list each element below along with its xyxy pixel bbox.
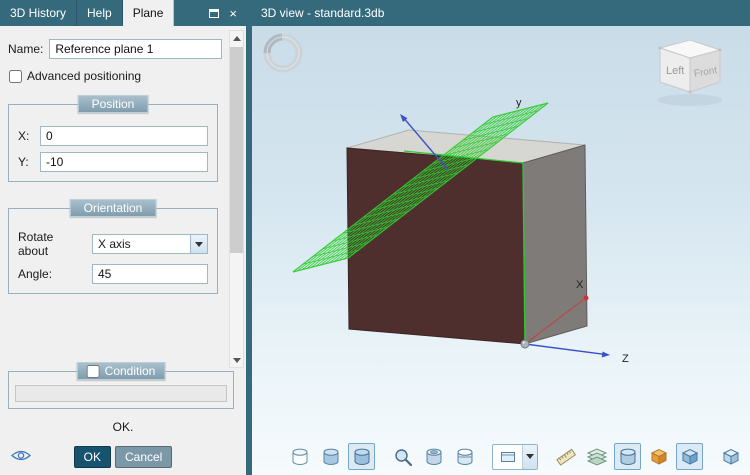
rotate-about-select[interactable]: X axis (92, 234, 208, 254)
cancel-button[interactable]: Cancel (114, 446, 173, 468)
x-axis-label: X (576, 279, 584, 291)
orientation-group: Orientation Rotate about X axis Angle: (8, 199, 218, 294)
blue-cube-outline-icon (722, 448, 739, 465)
origin-sphere-highlight (522, 341, 525, 344)
z-axis-label: Z (622, 353, 629, 365)
tab-3d-history[interactable]: 3D History (0, 0, 78, 26)
shading-cylinder-icon (620, 448, 635, 465)
rotate-cylinder-icon (426, 448, 441, 465)
glass-cylinder-icon (292, 448, 307, 465)
x-label: X: (18, 129, 30, 143)
name-label: Name: (8, 42, 44, 56)
shading-cylinder-button[interactable] (614, 443, 641, 470)
part-display-button[interactable] (717, 443, 744, 470)
view-mode-dropdown[interactable] (492, 443, 538, 470)
restore-window-icon[interactable] (209, 8, 220, 18)
view-rotate-cylinder-button[interactable] (420, 443, 447, 470)
cube-right-face[interactable] (522, 144, 588, 345)
condition-checkbox[interactable] (86, 364, 100, 378)
application-window: 3D History Help Plane × Name: Advanced p… (0, 0, 750, 475)
condition-group: Condition (8, 362, 234, 409)
advanced-positioning-row: Advanced positioning (9, 69, 222, 83)
layers-icon (586, 447, 607, 466)
condition-label: Condition (104, 364, 156, 378)
z-axis-arrowhead (601, 351, 610, 358)
angle-label: Angle: (18, 267, 53, 281)
scroll-up-icon[interactable] (230, 31, 243, 45)
angle-row: Angle: (18, 264, 208, 284)
ruler-icon (555, 448, 576, 466)
rotate-about-value: X axis (98, 237, 131, 251)
rotate-about-row: Rotate about X axis (18, 230, 208, 258)
x-axis-point (583, 295, 589, 301)
navigation-cube[interactable]: Left Front (658, 39, 722, 106)
z-axis-line (524, 343, 605, 355)
y-input[interactable] (40, 152, 208, 172)
rotate-about-label: Rotate about (18, 230, 54, 258)
panel-tabbar: 3D History Help Plane × (0, 0, 246, 26)
nav-cube-left-label: Left (666, 65, 684, 77)
advanced-positioning-label: Advanced positioning (27, 69, 142, 83)
status-text: OK. (112, 420, 134, 434)
advanced-positioning-checkbox[interactable] (9, 69, 22, 83)
position-group: Position X: Y: (8, 95, 218, 182)
clip-cylinder-icon (457, 448, 472, 465)
orange-part-button[interactable] (645, 443, 672, 470)
y-label: Y: (18, 155, 29, 169)
close-icon[interactable]: × (229, 7, 237, 20)
chevron-down-icon[interactable] (522, 444, 537, 469)
orientation-group-header[interactable]: Orientation (69, 199, 157, 217)
view-mode-icon (493, 449, 522, 465)
origin-sphere (520, 339, 530, 349)
visibility-eye-icon[interactable] (11, 449, 31, 465)
condition-field (15, 385, 227, 402)
name-input[interactable] (49, 39, 222, 59)
magnifier-icon (394, 448, 412, 466)
view-title: 3D view - standard.3db (252, 0, 750, 26)
zoom-button[interactable] (389, 443, 416, 470)
mesh-layers-button[interactable] (583, 443, 610, 470)
panel-scrollbar[interactable] (229, 30, 244, 368)
x-row: X: (18, 126, 208, 146)
view-toolbar: » (286, 443, 750, 470)
ok-button[interactable]: OK (73, 446, 111, 468)
view-clip-cylinder-button[interactable] (451, 443, 478, 470)
name-row: Name: (8, 39, 222, 59)
view-shaded-cylinder-button[interactable] (317, 443, 344, 470)
tab-help[interactable]: Help (77, 0, 123, 26)
view-glass-cylinder-button[interactable] (286, 443, 313, 470)
scrollbar-thumb[interactable] (230, 47, 243, 253)
x-input[interactable] (40, 126, 208, 146)
rotation-compass[interactable] (263, 33, 303, 73)
scene-canvas[interactable]: y X Z Left Front (252, 26, 750, 475)
dialog-buttons: OK Cancel (0, 446, 246, 468)
hidden-line-cylinder-icon (354, 448, 369, 465)
chevron-down-icon[interactable] (190, 235, 207, 253)
angle-input[interactable] (92, 264, 208, 284)
condition-group-header: Condition (76, 362, 166, 380)
measure-button[interactable] (552, 443, 579, 470)
blue-cube-icon (681, 448, 698, 465)
tab-plane[interactable]: Plane (122, 0, 175, 26)
plane-dialog-panel: 3D History Help Plane × Name: Advanced p… (0, 0, 246, 475)
view-hidden-line-cylinder-button[interactable] (348, 443, 375, 470)
scroll-down-icon[interactable] (230, 353, 243, 367)
panel-window-controls: × (209, 0, 246, 26)
blue-part-button[interactable] (676, 443, 703, 470)
y-row: Y: (18, 152, 208, 172)
viewport-3d[interactable]: y X Z Left Front (252, 26, 750, 475)
y-axis-label: y (516, 97, 522, 109)
plane-dialog-body: Name: Advanced positioning Position X: Y… (0, 26, 246, 475)
position-group-header[interactable]: Position (77, 95, 149, 113)
view-panel: 3D view - standard.3db y X Z Left Front (252, 0, 750, 475)
shaded-cylinder-icon (323, 448, 338, 465)
orange-cube-icon (650, 448, 667, 465)
